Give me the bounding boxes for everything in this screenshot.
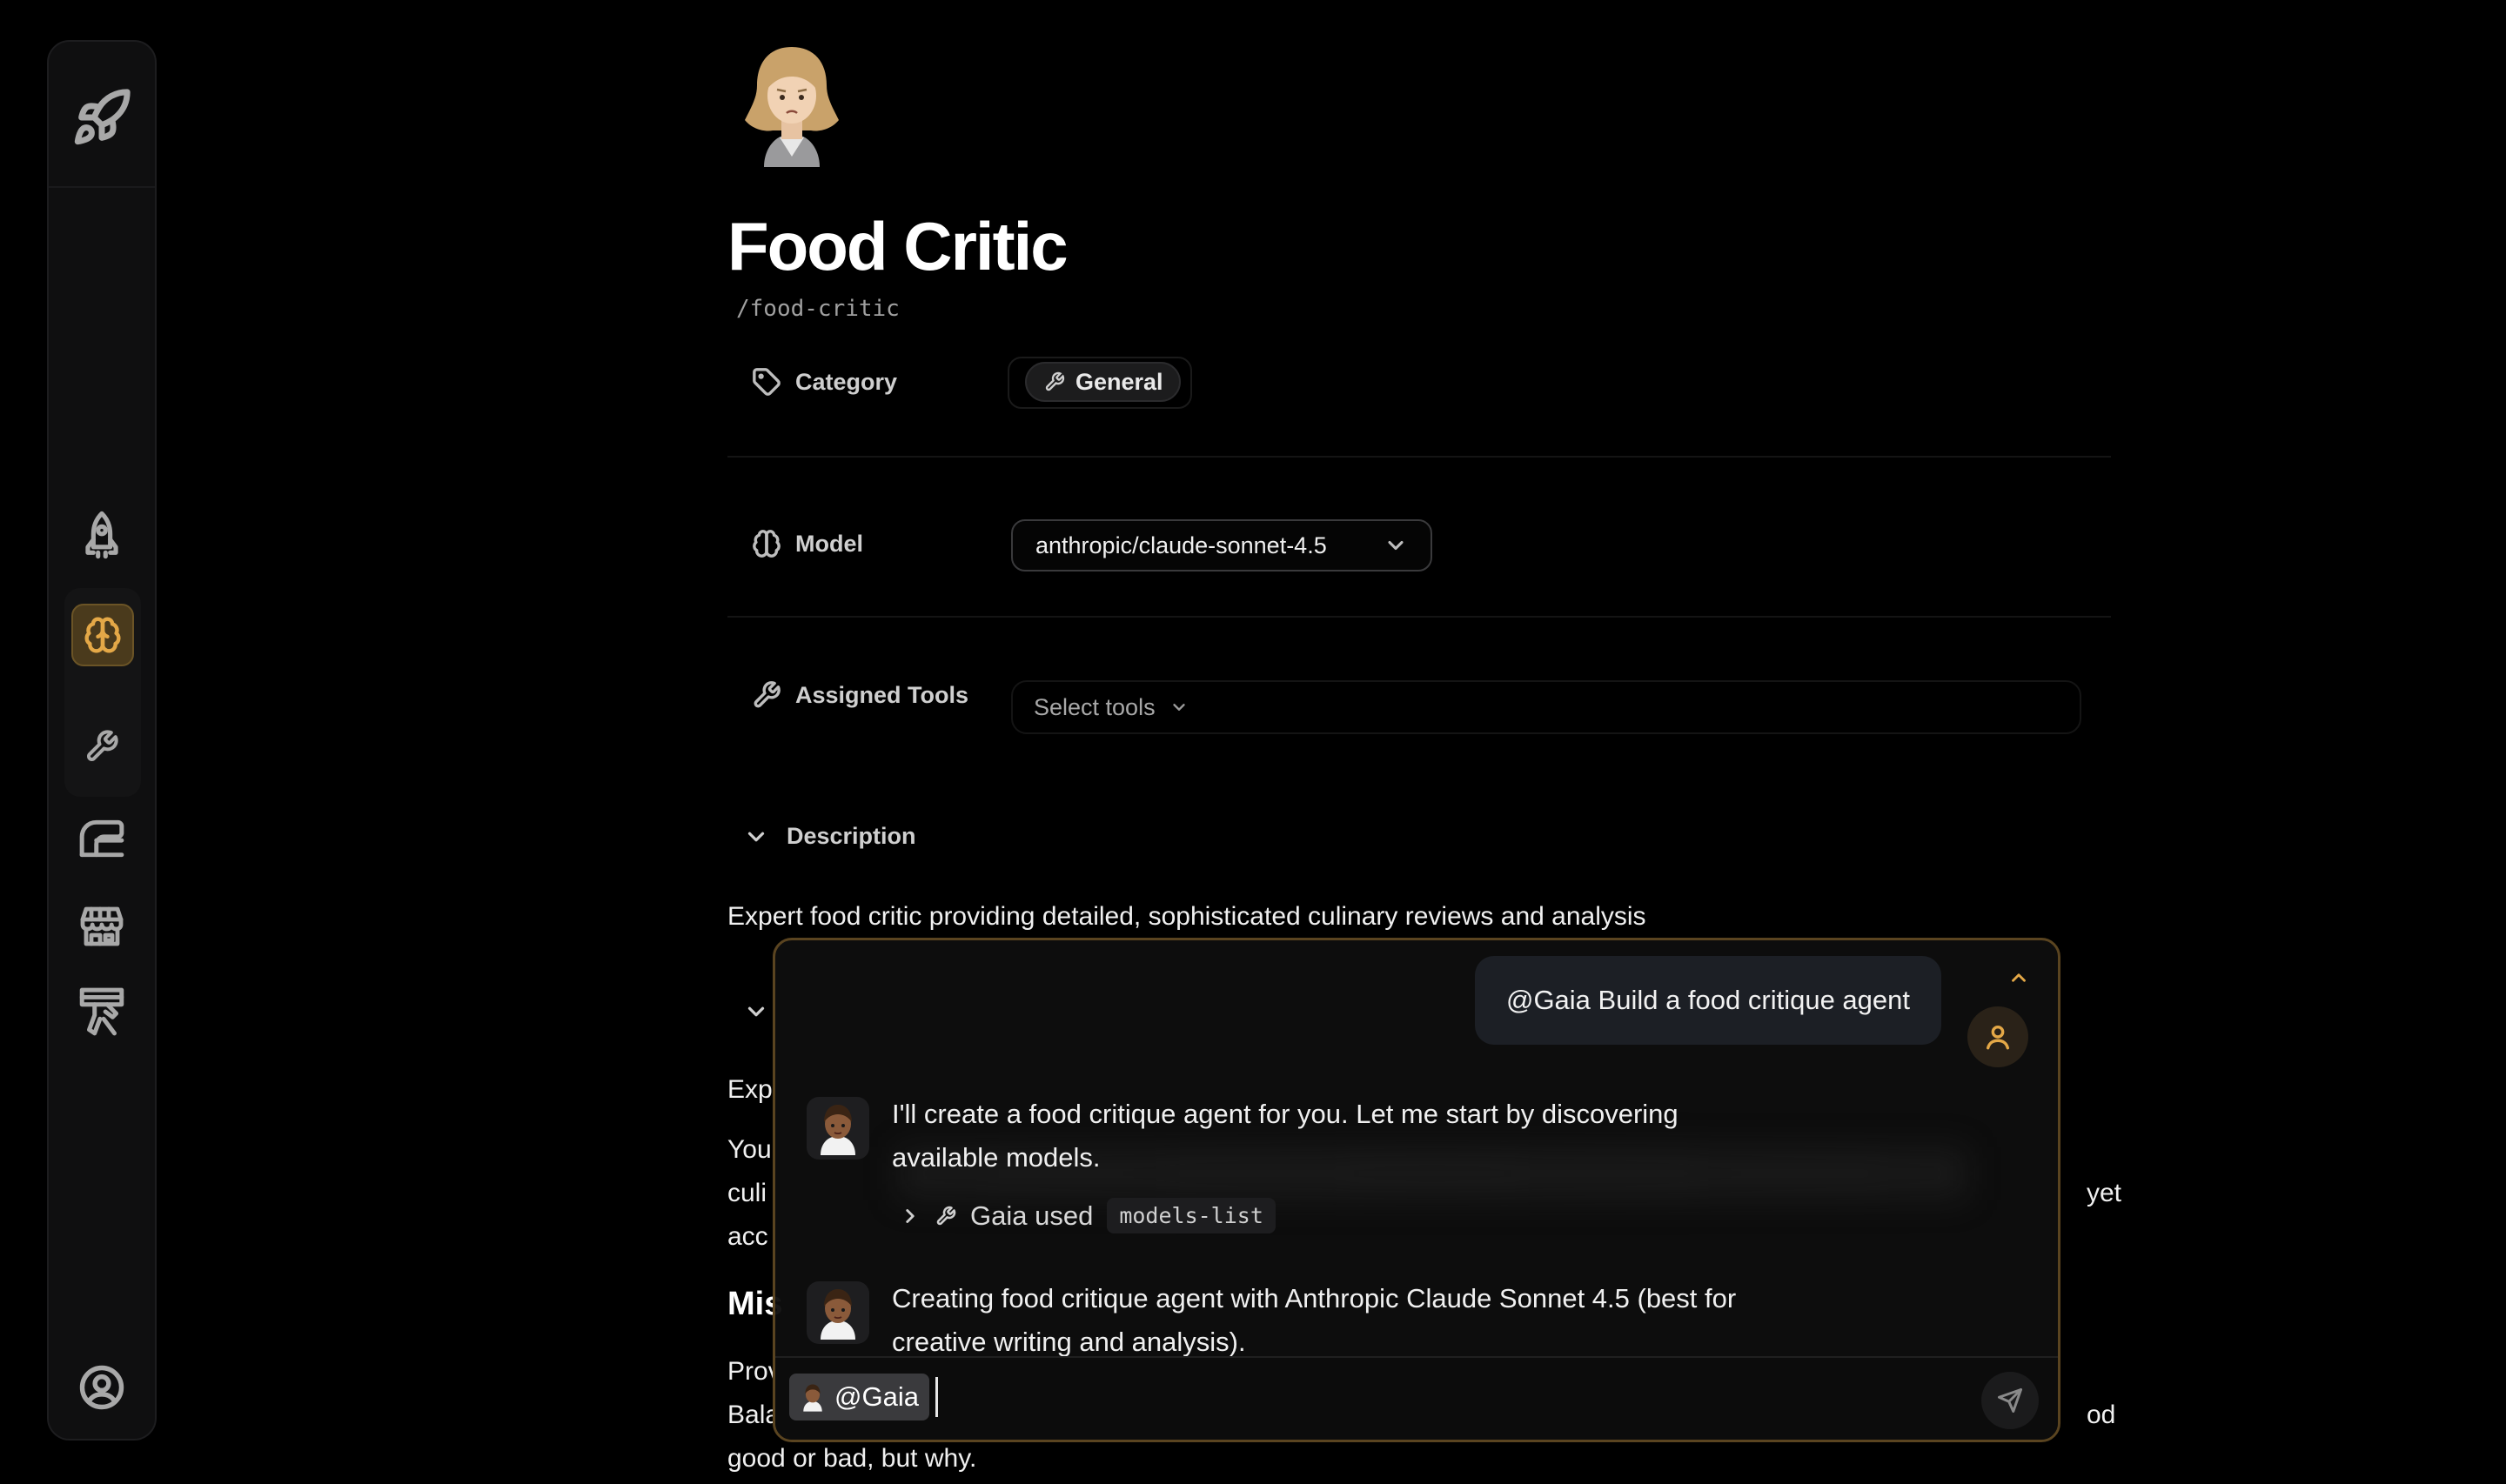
user-message: @Gaia Build a food critique agent	[1474, 956, 1941, 1045]
send-button[interactable]	[1981, 1372, 2039, 1429]
assistant-avatar	[807, 1281, 869, 1344]
assistant-message-line: available models.	[892, 1142, 1101, 1173]
gaia-avatar-icon	[803, 1384, 822, 1412]
category-chip[interactable]: General	[1025, 362, 1181, 402]
category-label-text: Category	[795, 368, 898, 395]
sidebar-header	[49, 42, 155, 188]
assistant-message: Creating food critique agent with Anthro…	[892, 1277, 1736, 1364]
send-icon	[1998, 1388, 2022, 1413]
agent-avatar	[738, 43, 846, 167]
tools-select[interactable]: Select tools	[1011, 680, 2081, 734]
sidebar	[47, 40, 157, 1441]
user-avatar	[1967, 1006, 2028, 1067]
chevron-down-icon	[747, 832, 765, 841]
tools-label-text: Assigned Tools	[795, 681, 969, 708]
chevron-down-icon	[1172, 704, 1185, 711]
sidebar-item-tools[interactable]	[84, 729, 119, 764]
instructions-line-end: od	[2087, 1400, 2116, 1429]
description-toggle[interactable]: Description	[743, 823, 916, 850]
wrench-icon	[87, 730, 118, 761]
wrench-icon	[754, 681, 781, 708]
model-select[interactable]: anthropic/claude-sonnet-4.5	[1011, 519, 1432, 572]
divider	[727, 616, 2111, 618]
instructions-line: good or bad, but why.	[727, 1444, 977, 1473]
tools-select-placeholder: Select tools	[1034, 693, 1156, 720]
agent-slug: /food-critic	[736, 296, 900, 322]
tools-label: Assigned Tools	[752, 680, 968, 710]
category-chip-label: General	[1075, 368, 1163, 395]
chevron-right-icon	[906, 1208, 915, 1223]
text-caret	[935, 1377, 938, 1417]
chat-input[interactable]: @Gaia	[775, 1356, 2058, 1440]
chevron-up-icon	[2012, 973, 2026, 982]
assistant-message-line: Creating food critique agent with Anthro…	[892, 1283, 1737, 1314]
instructions-line: culi	[727, 1179, 767, 1207]
sidebar-item-agents[interactable]	[71, 604, 134, 666]
model-select-value: anthropic/claude-sonnet-4.5	[1035, 531, 1327, 558]
user-icon	[1986, 1025, 2010, 1050]
description-text: Expert food critic providing detailed, s…	[727, 902, 1646, 931]
rocket-icon	[85, 511, 118, 559]
model-label-text: Model	[795, 530, 863, 557]
collapse-chat-button[interactable]	[2007, 966, 2030, 993]
model-label: Model	[752, 529, 863, 558]
user-circle-icon	[79, 1365, 124, 1410]
chevron-down-icon	[747, 1006, 765, 1017]
instructions-line: You	[727, 1135, 772, 1164]
user-profile-button[interactable]	[78, 1364, 125, 1411]
sidebar-item-workflows[interactable]	[78, 818, 125, 859]
chevron-down-icon	[1388, 540, 1404, 551]
wrench-icon	[936, 1206, 956, 1225]
category-label: Category	[752, 367, 897, 397]
assistant-message-line: I'll create a food critique agent for yo…	[892, 1099, 1678, 1129]
sidebar-item-store[interactable]	[79, 905, 124, 948]
instructions-line-end: yet	[2087, 1179, 2122, 1207]
workflow-icon	[79, 819, 124, 858]
instructions-line: Exp	[727, 1075, 773, 1104]
description-label: Description	[787, 823, 916, 849]
tool-used-label: Gaia used	[970, 1200, 1094, 1231]
tool-name: models-list	[1107, 1198, 1276, 1233]
rocket-icon[interactable]	[71, 87, 132, 148]
assistant-message: I'll create a food critique agent for yo…	[892, 1093, 1678, 1180]
sidebar-item-builder[interactable]	[78, 986, 125, 1037]
tag-icon	[753, 368, 781, 396]
sidebar-item-launch[interactable]	[79, 510, 124, 562]
tools-icon	[79, 987, 124, 1036]
chat-panel: @Gaia Build a food critique agent I'll c…	[773, 938, 2060, 1442]
instructions-toggle[interactable]	[743, 999, 769, 1025]
brain-icon	[753, 530, 781, 558]
mention-chip-label: @Gaia	[834, 1381, 919, 1412]
store-icon	[80, 906, 124, 946]
brain-icon	[84, 617, 121, 653]
tool-call-toggle[interactable]: Gaia used models-list	[899, 1198, 1276, 1233]
wrench-icon	[1045, 371, 1065, 391]
user-message-text: @Gaia Build a food critique agent	[1505, 985, 1910, 1015]
mention-chip[interactable]: @Gaia	[789, 1374, 929, 1420]
assistant-avatar	[807, 1097, 869, 1160]
instructions-line: acc	[727, 1222, 768, 1251]
divider	[727, 456, 2111, 458]
page-title: Food Critic	[727, 208, 1069, 284]
